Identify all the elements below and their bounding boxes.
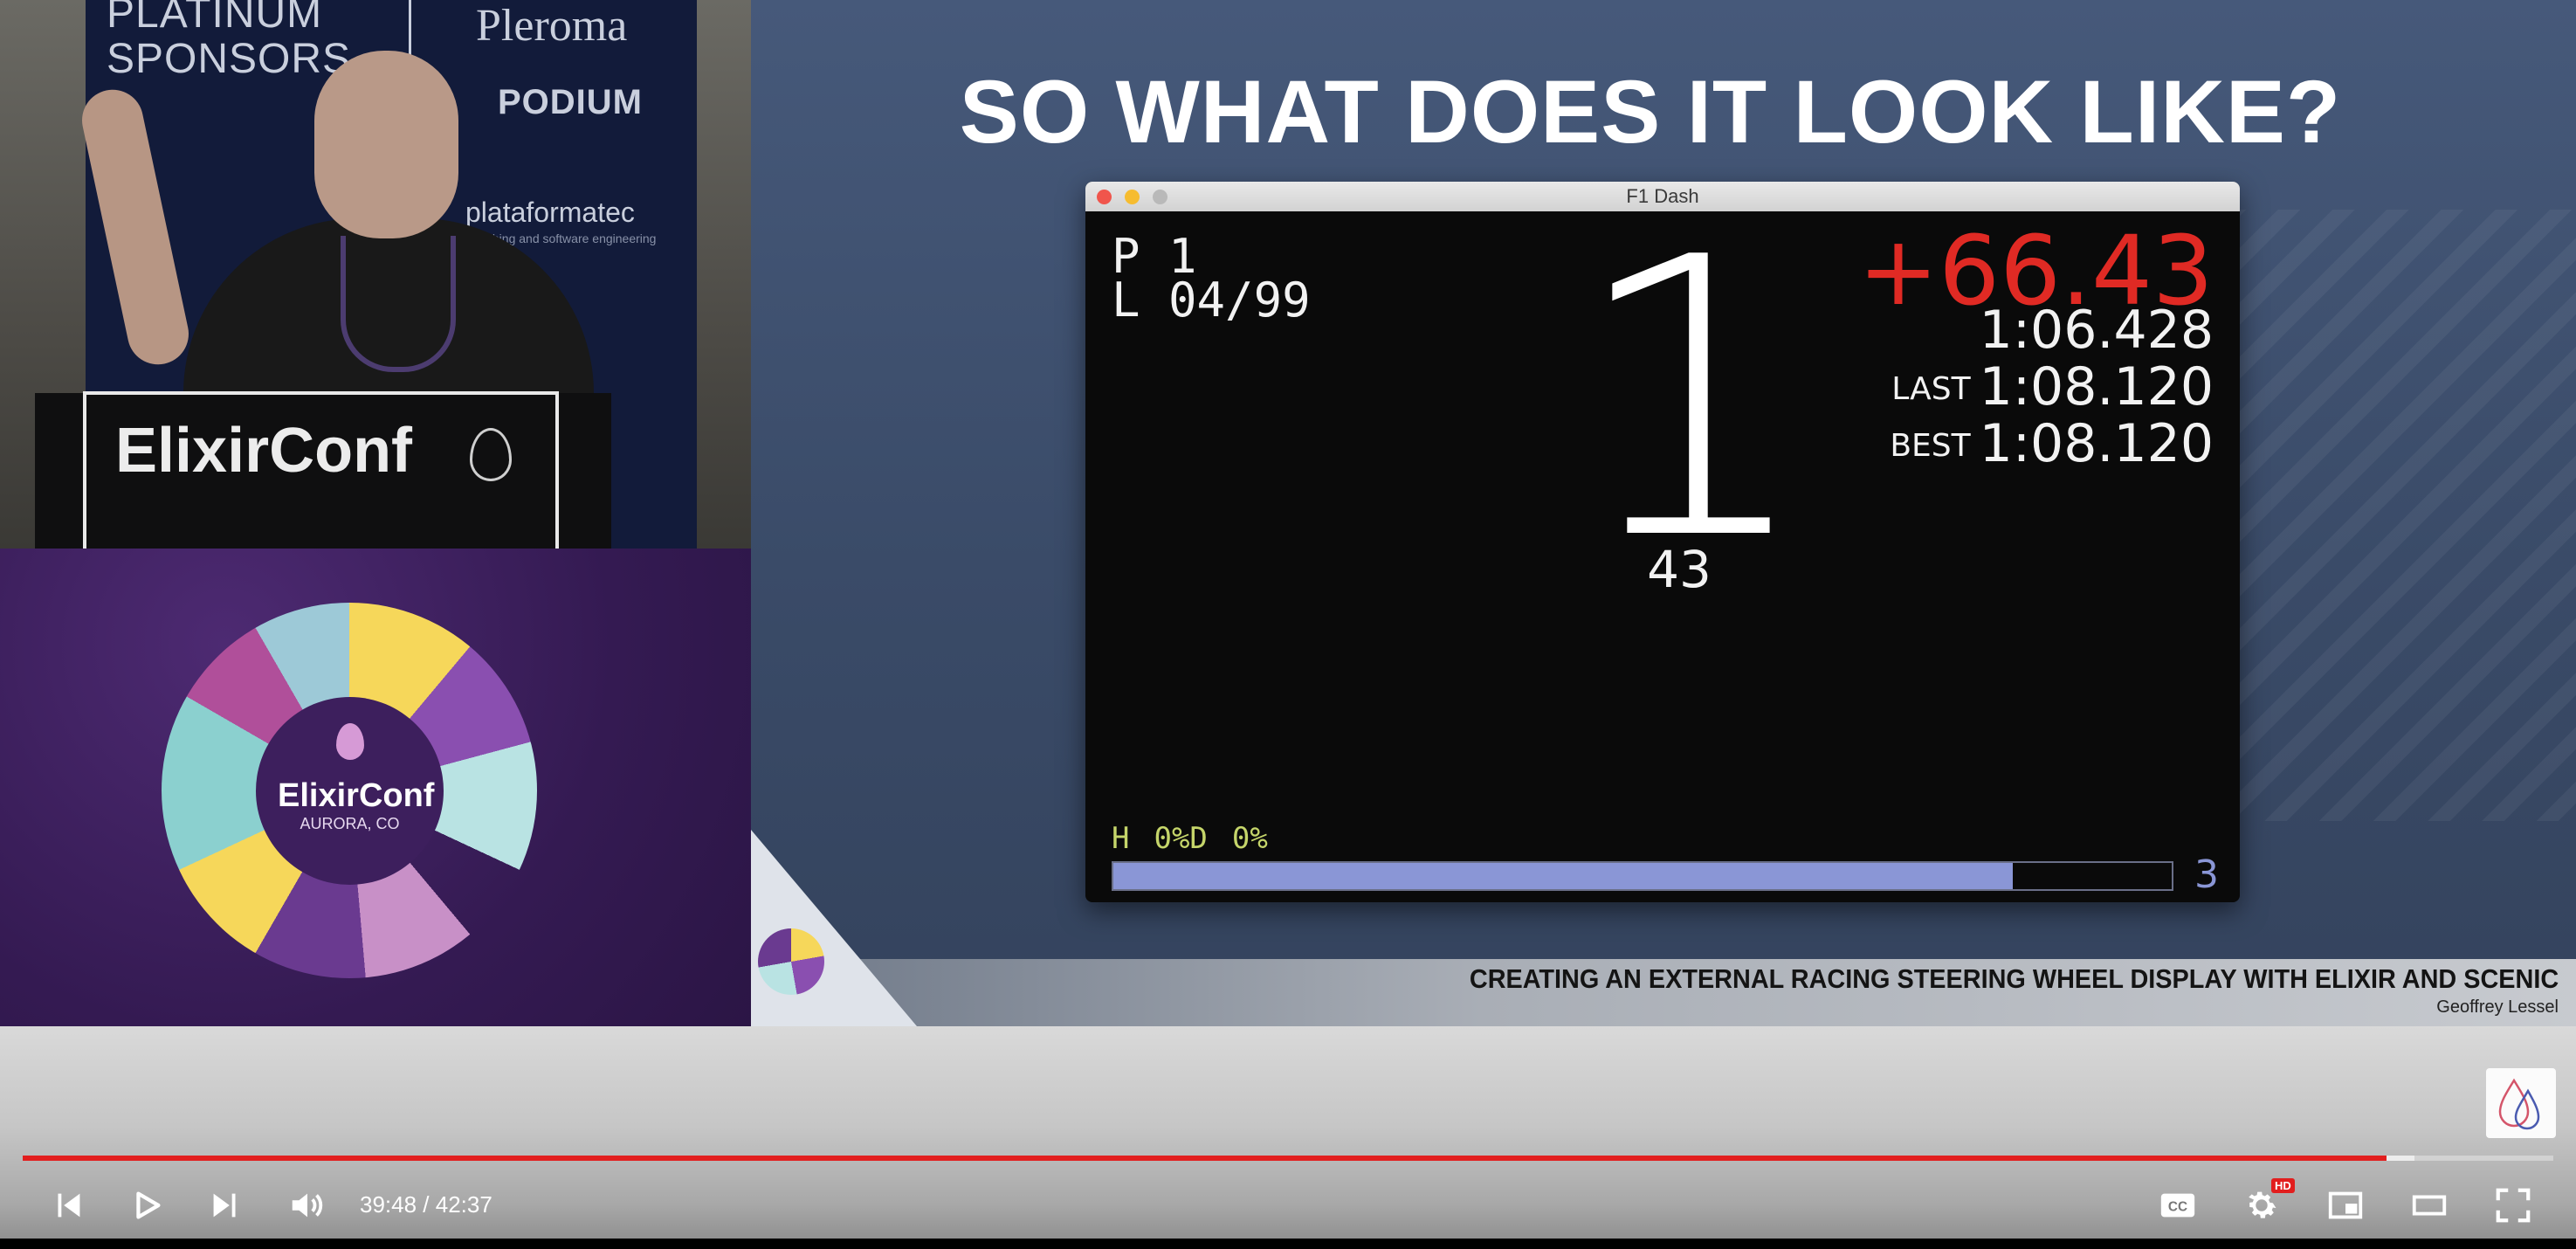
hd-badge: HD (2271, 1178, 2295, 1193)
theater-mode-button[interactable] (2407, 1183, 2452, 1228)
slide-corner-triangle (751, 830, 917, 1026)
speaker-head (314, 51, 458, 238)
fullscreen-icon (2496, 1188, 2531, 1223)
svg-text:CC: CC (2168, 1200, 2187, 1215)
slide-corner-logo-icon (758, 928, 824, 995)
status-pct: 0% (1231, 821, 1268, 856)
conference-drop-icon (336, 723, 364, 760)
best-lap-row: BEST 1:08.120 (1890, 413, 2214, 474)
conference-logo-panel: ElixirConf AURORA, CO (0, 549, 751, 1026)
current-lap-time: 1:06.428 (1979, 300, 2214, 361)
video-frame[interactable]: PLATINUM SPONSORS Pleroma PODIUM platafo… (0, 0, 2576, 1026)
sponsor-plataformatec-tagline: thing and software engineering (489, 231, 657, 245)
closed-captions-icon: CC (2160, 1193, 2195, 1218)
fullscreen-button[interactable] (2490, 1183, 2536, 1228)
skip-previous-icon (58, 1193, 80, 1218)
speaker-lanyard (341, 236, 456, 372)
last-lap-time: 1:08.120 (1979, 356, 2214, 417)
current-time: 39:48 (360, 1191, 417, 1218)
duration: 42:37 (435, 1191, 492, 1218)
progress-played (23, 1156, 2387, 1161)
status-h: H (1112, 821, 1130, 856)
theater-mode-icon (2412, 1195, 2447, 1216)
last-lap-label: LAST (1891, 371, 1971, 407)
lap-counter: L 04/99 (1112, 277, 1311, 324)
time-display: 39:48 / 42:37 (360, 1191, 492, 1218)
miniplayer-button[interactable] (2323, 1183, 2368, 1228)
conference-logo-name: ElixirConf (278, 777, 435, 814)
skip-next-icon (213, 1193, 236, 1218)
play-icon (136, 1191, 161, 1219)
best-lap-time: 1:08.120 (1979, 413, 2214, 474)
volume-button[interactable] (285, 1183, 330, 1228)
channel-watermark[interactable] (2486, 1068, 2556, 1138)
lap-value: 04/99 (1168, 273, 1311, 328)
talk-title: CREATING AN EXTERNAL RACING STEERING WHE… (1469, 963, 2559, 994)
sponsor-pleroma: Pleroma (476, 1, 628, 51)
status-line: H 0%D 0% (1112, 821, 1292, 856)
rpm-bar (1112, 861, 2173, 891)
miniplayer-icon (2328, 1191, 2363, 1219)
progress-bar[interactable] (23, 1156, 2553, 1161)
conference-logo-location: AURORA, CO (300, 815, 400, 832)
sponsor-plataformatec: plataformatec (465, 197, 635, 228)
sponsor-podium: PODIUM (498, 83, 643, 121)
lectern-label: ElixirConf (115, 416, 413, 486)
channel-drop-logo-icon (2498, 1078, 2540, 1130)
f1-dash-window: F1 Dash P 1 L 04/99 1 43 +66.43 1:06.428… (1085, 182, 2240, 902)
slide-title: SO WHAT DOES IT LOOK LIKE? (959, 62, 2342, 162)
speed-readout: 43 (1647, 540, 1712, 599)
captions-button[interactable]: CC (2155, 1183, 2201, 1228)
volume-icon (292, 1193, 323, 1218)
next-button[interactable] (203, 1183, 248, 1228)
video-player[interactable]: PLATINUM SPONSORS Pleroma PODIUM platafo… (0, 0, 2576, 1249)
rpm-bar-number: 3 (2194, 852, 2219, 897)
last-lap-row: LAST 1:08.120 (1891, 356, 2214, 417)
sponsor-title: PLATINUM SPONSORS (107, 0, 352, 82)
bottom-edge (0, 1239, 2576, 1249)
best-lap-label: BEST (1890, 428, 1971, 464)
speaker-camera: PLATINUM SPONSORS Pleroma PODIUM platafo… (0, 0, 751, 549)
previous-button[interactable] (45, 1183, 91, 1228)
status-drs: 0%D (1154, 821, 1208, 856)
time-separator: / (417, 1191, 436, 1218)
rpm-bar-fill (1113, 863, 2014, 889)
play-button[interactable] (124, 1183, 169, 1228)
talk-author: Geoffrey Lessel (2436, 997, 2559, 1017)
lap-label: L (1112, 273, 1140, 328)
